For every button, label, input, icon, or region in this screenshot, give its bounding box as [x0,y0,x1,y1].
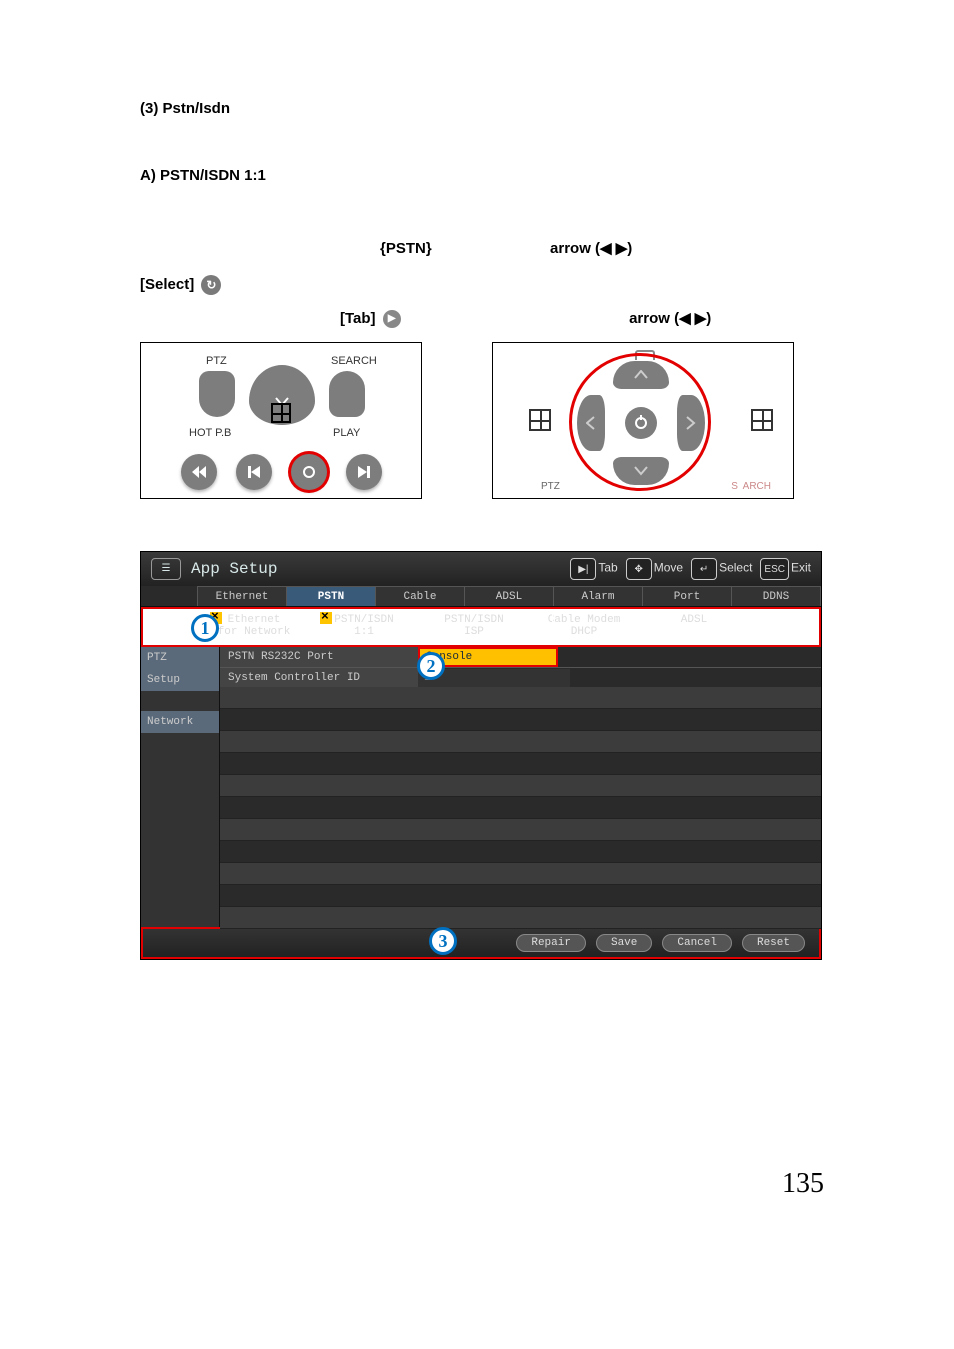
checkbox-icon[interactable] [319,611,333,625]
select-icon: ↻ [201,275,221,295]
opt-pstn-isp[interactable]: PSTN/ISDNISP [419,609,529,645]
checkbox-icon[interactable] [539,611,553,625]
tab-token: [Tab] [340,310,376,327]
play-label: PLAY [333,427,360,439]
tab-alarm[interactable]: Alarm [553,586,643,606]
grid-icon [271,403,291,423]
tab-ddns[interactable]: DDNS [731,586,821,606]
remote-right-image: PTZ S ARCH [492,342,794,499]
instruction-row-3: [Tab] ▶ arrow (◀ ▶) [340,309,814,328]
empty-row [220,841,821,863]
empty-row [220,797,821,819]
empty-row [220,885,821,907]
callout-2: 2 [417,652,445,680]
opt-label: ISP [419,626,529,638]
search-label: SEARCH [331,355,377,367]
esc-hint-icon: ESC [760,558,789,580]
opt-cable-dhcp[interactable]: Cable ModemDHCP [529,609,639,645]
opt-label: DHCP [529,626,639,638]
empty-row [220,687,821,709]
search-label-right: S ARCH [731,481,771,492]
tab-port[interactable]: Port [642,586,732,606]
hotpb-label: HOT P.B [189,427,231,439]
tab-hint: Tab [598,561,617,575]
ptz-label: PTZ [206,355,227,367]
tab-ethernet[interactable]: Ethernet [197,586,287,606]
prev-button[interactable] [236,454,272,490]
page-number: 135 [782,1168,824,1200]
app-icon: ☰ [151,558,181,580]
opt-adsl[interactable]: ADSL [639,609,749,645]
cancel-button[interactable]: Cancel [662,934,732,952]
exit-hint: Exit [791,561,811,575]
reset-button[interactable]: Reset [742,934,805,952]
instruction-row-2: [Select] ↻ [140,275,814,295]
remote-left-image: PTZ SEARCH HOT P.B PLAY [140,342,422,499]
callout-3: 3 [429,927,457,955]
record-button[interactable] [291,454,327,490]
repair-button[interactable]: Repair [516,934,586,952]
footer-buttons: Repair Save Cancel Reset [141,927,821,959]
subsection-heading: A) PSTN/ISDN 1:1 [140,167,814,184]
sidebar-item-setup[interactable]: Setup [141,669,219,691]
field-label-rs232c: PSTN RS232C Port [220,647,418,667]
select-hint: Select [719,561,752,575]
grid-icon-right2 [751,409,773,431]
ptz-label-right: PTZ [541,481,560,492]
tab-pstn[interactable]: PSTN [286,586,376,606]
tab-cable[interactable]: Cable [375,586,465,606]
move-hint: Move [654,561,683,575]
dpad-right[interactable] [677,395,705,451]
empty-row [220,819,821,841]
select-hint-icon: ↵ [691,558,717,580]
empty-row [220,907,821,929]
ptz-softkey[interactable] [199,371,235,417]
move-hint-icon: ✥ [626,558,652,580]
empty-row [220,863,821,885]
empty-row [220,731,821,753]
sidebar-item-ptz[interactable]: PTZ [141,647,219,669]
opt-label: 1:1 [309,626,419,638]
search-softkey[interactable] [329,371,365,417]
section-heading: (3) Pstn/Isdn [140,100,814,117]
tabs-row: Ethernet PSTN Cable ADSL Alarm Port DDNS [141,586,821,607]
save-button[interactable]: Save [596,934,652,952]
dpad-up[interactable] [613,361,669,389]
sidebar: PTZ Setup Network [141,647,220,927]
rewind-button[interactable] [181,454,217,490]
app-setup-screenshot: ☰ App Setup ▶|Tab ✥Move ↵Select ESCExit … [140,551,822,960]
empty-row [220,753,821,775]
callout-1: 1 [191,614,219,642]
main-area: PSTN RS232C Port Console System Controll… [220,647,821,927]
tab-hint-icon: ▶| [570,558,596,580]
connection-options-row: Ethernetfor Network PSTN/ISDN1:1 PSTN/IS… [141,607,821,647]
select-token: [Select] [140,276,194,293]
sidebar-item-network[interactable]: Network [141,711,219,733]
tab-icon: ▶ [383,310,401,328]
empty-row [220,709,821,731]
checkbox-icon[interactable] [649,611,663,625]
instruction-row-1: {PSTN} arrow (◀ ▶) [380,239,814,257]
next-button[interactable] [346,454,382,490]
checkbox-icon[interactable] [429,611,443,625]
pstn-token: {PSTN} [380,240,432,257]
arrow-token-1: arrow (◀ ▶) [550,240,632,257]
dpad-center[interactable] [625,407,657,439]
tab-adsl[interactable]: ADSL [464,586,554,606]
opt-pstn-11[interactable]: PSTN/ISDN1:1 [309,609,419,645]
dpad-left[interactable] [577,395,605,451]
window-title: App Setup [191,560,277,578]
field-label-controllerid: System Controller ID [220,668,418,688]
arrow-token-2: arrow (◀ ▶) [629,310,711,327]
grid-icon-right [529,409,551,431]
empty-row [220,775,821,797]
